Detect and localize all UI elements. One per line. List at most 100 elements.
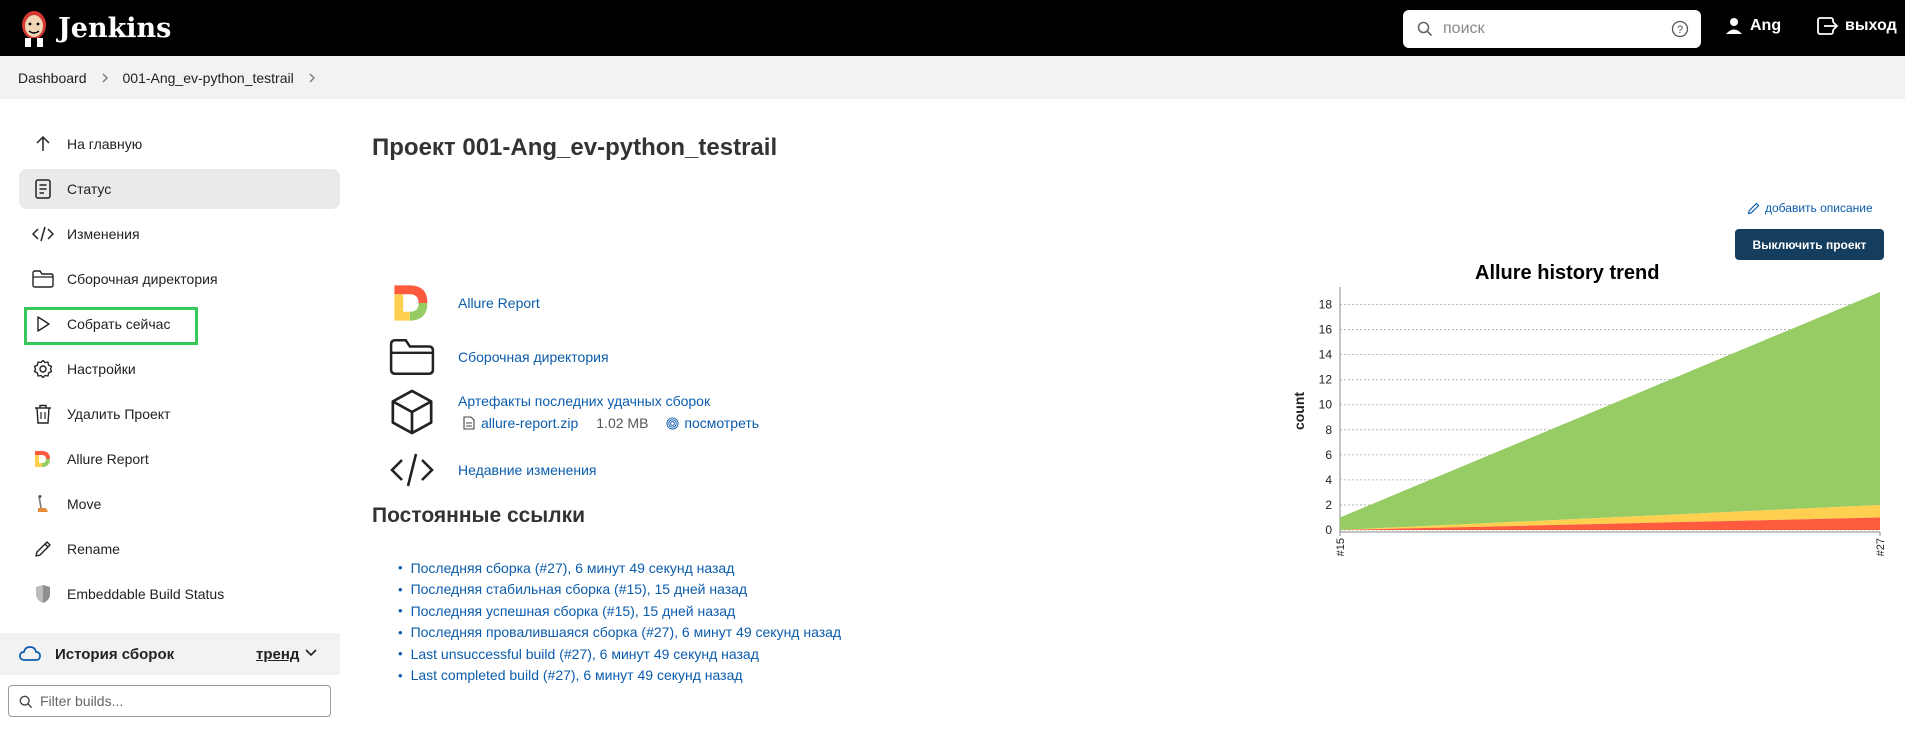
workspace-link[interactable]: Сборочная директория <box>458 349 609 365</box>
search-icon <box>19 695 33 709</box>
fingerprint-icon <box>666 416 679 430</box>
permalinks-list: Последняя сборка (#27), 6 минут 49 секун… <box>398 557 842 687</box>
move-icon <box>32 493 54 515</box>
allure-report-link[interactable]: Allure Report <box>458 295 540 311</box>
jenkins-butler-icon <box>22 11 46 47</box>
sidebar-item-label: Статус <box>67 181 112 197</box>
package-icon <box>388 388 436 436</box>
artifact-file-row: allure-report.zip 1.02 MB посмотреть <box>463 415 759 431</box>
add-description-label: добавить описание <box>1765 201 1873 215</box>
logout-icon <box>1817 17 1839 35</box>
chevron-right-icon[interactable] <box>308 73 316 83</box>
logout-link[interactable]: выход <box>1817 16 1897 36</box>
chart-y-tick-label: 0 <box>1325 523 1332 537</box>
chart-y-tick-label: 2 <box>1325 498 1332 512</box>
trash-icon <box>32 403 54 425</box>
search-box: ? <box>1403 10 1701 48</box>
chart-y-tick-label: 14 <box>1319 348 1333 362</box>
pencil-icon <box>32 538 54 560</box>
code-icon <box>32 223 54 245</box>
search-input[interactable] <box>1443 18 1653 40</box>
chart-y-tick-label: 18 <box>1319 298 1333 312</box>
folder-icon <box>32 268 54 290</box>
list-item: Последняя стабильная сборка (#15), 15 дн… <box>398 579 841 601</box>
sidebar-item-label: Настройки <box>67 361 136 377</box>
sidebar-item-label: Изменения <box>67 226 140 242</box>
list-item: Последняя провалившаяся сборка (#27), 6 … <box>398 622 842 644</box>
chevron-right-icon <box>102 73 108 82</box>
sidebar-item-label: Rename <box>67 541 120 557</box>
sidebar-item-allure[interactable]: Allure Report <box>19 439 340 479</box>
sidebar-item-embeddable-status[interactable]: Embeddable Build Status <box>19 574 340 614</box>
filter-builds-input[interactable] <box>40 693 310 709</box>
allure-report-row: Allure Report <box>388 279 540 327</box>
sidebar-item-label: На главную <box>67 136 143 152</box>
code-icon <box>388 446 436 494</box>
sidebar-item-move[interactable]: Move <box>19 484 340 524</box>
breadcrumb-project[interactable]: 001-Ang_ev-python_testrail <box>123 70 294 86</box>
chevron-down-icon[interactable] <box>305 648 317 658</box>
sidebar-item-label: Embeddable Build Status <box>67 586 225 602</box>
recent-changes-row: Недавние изменения <box>388 446 597 494</box>
logout-label: выход <box>1845 17 1897 34</box>
artifact-file-link[interactable]: allure-report.zip <box>481 415 578 431</box>
allure-icon <box>32 448 54 470</box>
permalink-last-build[interactable]: Последняя сборка (#27), 6 минут 49 секун… <box>411 560 735 576</box>
document-icon <box>32 178 54 200</box>
svg-text:?: ? <box>1677 24 1683 36</box>
list-item: Last completed build (#27), 6 минут 49 с… <box>398 665 841 687</box>
build-history-header: История сборок тренд <box>0 633 340 675</box>
sidebar-item-label: Move <box>67 496 102 512</box>
sidebar-item-workspace[interactable]: Сборочная директория <box>19 259 340 299</box>
chart-x-tick-label: #15 <box>1335 538 1347 556</box>
app-title: Jenkins <box>58 12 172 44</box>
recent-changes-link[interactable]: Недавние изменения <box>458 462 597 478</box>
permalink-last-stable[interactable]: Последняя стабильная сборка (#15), 15 дн… <box>411 581 748 597</box>
search-icon <box>1417 21 1433 37</box>
gear-icon <box>32 358 54 380</box>
user-icon <box>1726 18 1742 34</box>
filter-builds-box <box>8 685 331 717</box>
artifact-size: 1.02 MB <box>596 415 649 431</box>
sidebar: На главную Статус Изменения Сборочная ди… <box>19 124 340 619</box>
cloud-icon <box>19 646 41 661</box>
chart-y-tick-label: 16 <box>1319 323 1333 337</box>
workspace-row: Сборочная директория <box>388 333 609 381</box>
artifacts-link[interactable]: Артефакты последних удачных сборок <box>458 393 710 409</box>
permalink-last-failed[interactable]: Последняя провалившаяся сборка (#27), 6 … <box>411 624 842 640</box>
top-header: Jenkins ? Ang выход <box>0 0 1905 56</box>
build-history-title: История сборок <box>55 645 175 663</box>
allure-trend-chart[interactable]: 0 2 4 6 8 10 12 14 16 18 #15 #27 count <box>1290 285 1890 565</box>
chart-y-tick-label: 8 <box>1325 423 1332 437</box>
sidebar-item-label: Сборочная директория <box>67 271 218 287</box>
chart-y-tick-label: 12 <box>1319 373 1333 387</box>
sidebar-item-label: Удалить Проект <box>67 406 171 422</box>
permalink-last-unsuccessful[interactable]: Last unsuccessful build (#27), 6 минут 4… <box>411 646 759 662</box>
permalink-last-successful[interactable]: Последняя успешная сборка (#15), 15 дней… <box>411 603 736 619</box>
allure-icon <box>388 279 436 327</box>
user-menu[interactable]: Ang <box>1725 17 1781 35</box>
arrow-up-icon <box>32 133 54 155</box>
chart-x-tick-label: #27 <box>1875 538 1887 556</box>
sidebar-item-home[interactable]: На главную <box>19 124 340 164</box>
build-now-highlight <box>24 307 198 345</box>
page-title: Проект 001-Ang_ev-python_testrail <box>372 134 778 161</box>
jenkins-logo[interactable]: Jenkins <box>18 8 171 48</box>
sidebar-item-changes[interactable]: Изменения <box>19 214 340 254</box>
breadcrumb: Dashboard 001-Ang_ev-python_testrail <box>0 56 1905 99</box>
breadcrumb-dashboard[interactable]: Dashboard <box>18 70 87 86</box>
permalinks-title: Постоянные ссылки <box>372 504 586 527</box>
sidebar-item-status[interactable]: Статус <box>19 169 340 209</box>
chart-y-tick-label: 10 <box>1319 398 1333 412</box>
artifact-view-link[interactable]: посмотреть <box>684 415 759 431</box>
trend-link[interactable]: тренд <box>256 646 299 663</box>
sidebar-item-delete[interactable]: Удалить Проект <box>19 394 340 434</box>
add-description-link[interactable]: добавить описание <box>1747 201 1873 215</box>
sidebar-item-settings[interactable]: Настройки <box>19 349 340 389</box>
badge-icon <box>32 583 54 605</box>
help-icon[interactable]: ? <box>1671 20 1689 38</box>
disable-project-button[interactable]: Выключить проект <box>1735 229 1884 260</box>
permalink-last-completed[interactable]: Last completed build (#27), 6 минут 49 с… <box>411 667 743 683</box>
folder-icon <box>388 333 436 381</box>
sidebar-item-rename[interactable]: Rename <box>19 529 340 569</box>
